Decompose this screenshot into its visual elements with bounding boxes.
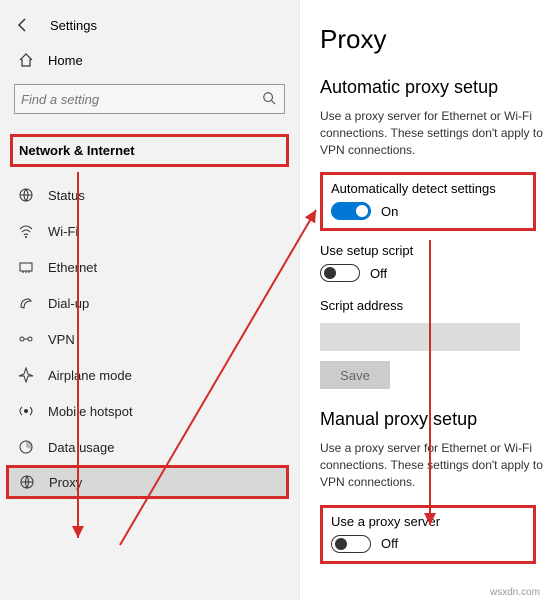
sidebar-item-status[interactable]: Status: [0, 177, 299, 213]
sidebar-item-label: Ethernet: [48, 260, 97, 275]
header-row: Settings: [0, 10, 299, 44]
sidebar-item-proxy[interactable]: Proxy: [6, 465, 289, 499]
proxy-icon: [15, 474, 39, 490]
script-label: Use setup script: [320, 243, 546, 258]
datausage-icon: [14, 439, 38, 455]
ethernet-icon: [14, 259, 38, 275]
manual-section-desc: Use a proxy server for Ethernet or Wi-Fi…: [320, 440, 546, 490]
main-panel: Proxy Automatic proxy setup Use a proxy …: [300, 0, 546, 600]
sidebar-item-vpn[interactable]: VPN: [0, 321, 299, 357]
auto-detect-state: On: [381, 204, 398, 219]
sidebar-item-label: Status: [48, 188, 85, 203]
nav-list: Status Wi-Fi Ethernet Dial-up VPN Airpla…: [0, 177, 299, 499]
search-icon: [262, 91, 278, 107]
search-input[interactable]: [21, 92, 262, 107]
sidebar-item-label: Airplane mode: [48, 368, 132, 383]
auto-detect-label: Automatically detect settings: [331, 181, 525, 196]
sidebar-item-airplane[interactable]: Airplane mode: [0, 357, 299, 393]
use-proxy-toggle[interactable]: [331, 535, 371, 553]
wifi-icon: [14, 223, 38, 239]
status-icon: [14, 187, 38, 203]
script-state: Off: [370, 266, 387, 281]
search-box[interactable]: [14, 84, 285, 114]
sidebar-item-label: Mobile hotspot: [48, 404, 133, 419]
script-block: Use setup script Off: [320, 243, 546, 282]
auto-section-title: Automatic proxy setup: [320, 77, 546, 98]
sidebar-item-label: Wi-Fi: [48, 224, 78, 239]
dialup-icon: [14, 295, 38, 311]
search-wrap: [0, 78, 299, 128]
home-label: Home: [48, 53, 83, 68]
manual-section-title: Manual proxy setup: [320, 409, 546, 430]
sidebar-item-ethernet[interactable]: Ethernet: [0, 249, 299, 285]
use-proxy-state: Off: [381, 536, 398, 551]
use-proxy-highlight: Use a proxy server Off: [320, 505, 536, 564]
auto-section-desc: Use a proxy server for Ethernet or Wi-Fi…: [320, 108, 546, 158]
sidebar-item-label: Proxy: [49, 475, 82, 490]
auto-detect-toggle-row: On: [331, 202, 525, 220]
save-button[interactable]: Save: [320, 361, 390, 389]
home-icon: [14, 52, 38, 68]
sidebar-item-label: Data usage: [48, 440, 115, 455]
sidebar-item-datausage[interactable]: Data usage: [0, 429, 299, 465]
airplane-icon: [14, 367, 38, 383]
watermark: wsxdn.com: [490, 587, 540, 598]
script-toggle[interactable]: [320, 264, 360, 282]
page-title: Proxy: [320, 24, 546, 55]
script-address-input[interactable]: [320, 323, 520, 351]
sidebar-item-label: VPN: [48, 332, 75, 347]
sidebar-item-dialup[interactable]: Dial-up: [0, 285, 299, 321]
window-title: Settings: [50, 18, 97, 33]
sidebar-item-wifi[interactable]: Wi-Fi: [0, 213, 299, 249]
auto-detect-highlight: Automatically detect settings On: [320, 172, 536, 231]
settings-window: Settings Home Network & Internet Status: [0, 0, 546, 600]
category-header: Network & Internet: [10, 134, 289, 167]
sidebar-item-label: Dial-up: [48, 296, 89, 311]
vpn-icon: [14, 331, 38, 347]
use-proxy-label: Use a proxy server: [331, 514, 525, 529]
home-nav[interactable]: Home: [0, 44, 299, 78]
auto-detect-toggle[interactable]: [331, 202, 371, 220]
sidebar-item-hotspot[interactable]: Mobile hotspot: [0, 393, 299, 429]
script-address-label: Script address: [320, 298, 546, 313]
sidebar: Settings Home Network & Internet Status: [0, 0, 300, 600]
hotspot-icon: [14, 403, 38, 419]
back-arrow-icon[interactable]: [14, 16, 32, 34]
script-address-block: Script address Save: [320, 298, 546, 389]
